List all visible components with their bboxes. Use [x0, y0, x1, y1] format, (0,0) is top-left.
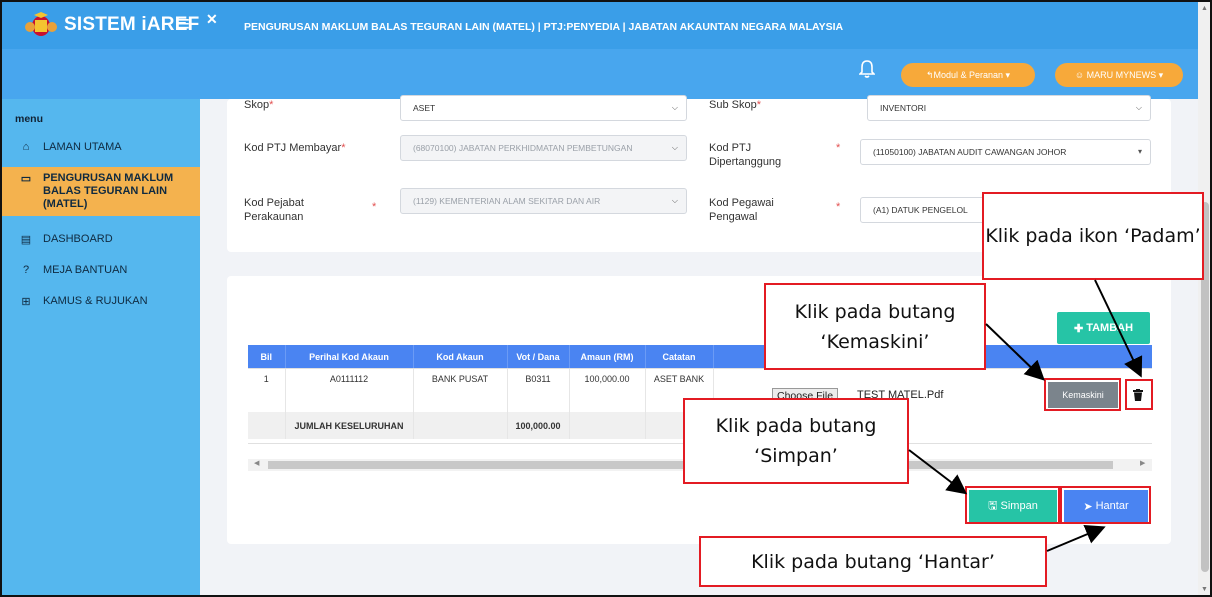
chevron-down-icon: ⌵ [1135, 103, 1142, 112]
modul-peranan-button[interactable]: ↰Modul & Peranan ▾ [901, 63, 1035, 87]
dashboard-icon: ▤ [20, 234, 32, 246]
kod-ptj-membayar-select[interactable]: (68070100) JABATAN PERKHIDMATAN PEMBETUN… [400, 135, 687, 161]
top-header: SISTEM iAREF ≡ ✕ PENGURUSAN MAKLUM BALAS… [2, 2, 1198, 49]
account-table: Bil Perihal Kod Akaun Kod Akaun Vot / Da… [248, 345, 714, 439]
chevron-down-icon: ⌵ [671, 103, 678, 112]
kod-ptj-dipertanggung-label: Kod PTJ Dipertanggung [709, 142, 782, 168]
highlight-kemaskini [1044, 378, 1121, 411]
required-mark: * [372, 201, 377, 213]
scroll-down-icon[interactable]: ▼ [1201, 586, 1208, 593]
kod-pejabat-perakaunan-label: Kod Pejabat Perakaunan [244, 197, 304, 223]
skop-label: Skop* [244, 99, 274, 111]
page-title: PENGURUSAN MAKLUM BALAS TEGURAN LAIN (MA… [244, 21, 844, 33]
col-vot: Vot / Dana [507, 345, 570, 368]
col-kod-akaun: Kod Akaun [413, 345, 508, 368]
page-scrollbar[interactable]: ▲ ▼ [1198, 2, 1210, 595]
callout-simpan: Klik pada butang ‘Simpan’ [683, 398, 909, 484]
home-icon: ⌂ [22, 141, 30, 153]
sidebar-item-laman-utama[interactable]: ⌂ LAMAN UTAMA [2, 141, 200, 154]
col-perihal: Perihal Kod Akaun [285, 345, 414, 368]
sidebar-item-dashboard[interactable]: ▤ DASHBOARD [2, 233, 200, 246]
sidebar: menu ⌂ LAMAN UTAMA ▭ PENGURUSAN MAKLUM B… [2, 99, 200, 595]
required-mark: * [836, 142, 841, 154]
kod-ptj-membayar-label: Kod PTJ Membayar* [244, 142, 346, 154]
required-mark: * [836, 201, 841, 213]
sidebar-item-matel[interactable]: ▭ PENGURUSAN MAKLUM BALAS TEGURAN LAIN (… [2, 167, 200, 216]
table-row: 1 A0111112 BANK PUSAT B0311 100,000.00 A… [248, 368, 714, 412]
chevron-down-icon: ⌵ [671, 143, 678, 152]
sidebar-item-kamus-rujukan[interactable]: ⊞ KAMUS & RUJUKAN [2, 295, 200, 308]
coat-of-arms-icon [25, 12, 57, 36]
kod-pegawai-pengawal-label: Kod Pegawai Pengawal [709, 197, 774, 223]
sidebar-menu-label: menu [15, 113, 44, 125]
scroll-left-icon: ◀ [254, 460, 260, 467]
tambah-button[interactable]: ✚ TAMBAH [1057, 312, 1150, 344]
highlight-hantar [1060, 486, 1151, 524]
question-icon: ? [22, 264, 30, 276]
callout-hantar: Klik pada butang ‘Hantar’ [699, 536, 1047, 587]
col-catatan: Catatan [645, 345, 714, 368]
sub-skop-label: Sub Skop* [709, 99, 761, 111]
col-amaun: Amaun (RM) [569, 345, 646, 368]
monitor-icon: ▭ [20, 173, 32, 185]
callout-kemaskini: Klik pada butang ‘Kemaskini’ [764, 283, 986, 370]
screenshot-frame: SISTEM iAREF ≡ ✕ PENGURUSAN MAKLUM BALAS… [0, 0, 1212, 597]
plus-icon: ✚ [1073, 322, 1084, 335]
kod-pejabat-perakaunan-select[interactable]: (1129) KEMENTERIAN ALAM SEKITAR DAN AIR ⌵ [400, 188, 687, 214]
sidebar-item-meja-bantuan[interactable]: ? MEJA BANTUAN [2, 264, 200, 277]
skop-select[interactable]: ASET ⌵ [400, 95, 687, 121]
chevron-down-icon: ⌵ [671, 196, 678, 205]
col-bil: Bil [248, 345, 286, 368]
book-icon: ⊞ [21, 296, 31, 308]
user-menu-button[interactable]: ☺ MARU MYNEWS ▾ [1055, 63, 1183, 87]
chevron-down-icon: ▾ [1137, 147, 1142, 156]
scroll-right-icon: ▶ [1140, 460, 1146, 467]
callout-padam: Klik pada ikon ‘Padam’ [982, 192, 1204, 280]
collapse-icon[interactable]: ✕ [206, 11, 218, 28]
highlight-simpan [965, 486, 1060, 524]
kod-ptj-dipertanggung-select[interactable]: (11050100) JABATAN AUDIT CAWANGAN JOHOR ▾ [860, 139, 1151, 165]
table-header-row: Bil Perihal Kod Akaun Kod Akaun Vot / Da… [248, 345, 714, 368]
highlight-padam [1125, 379, 1153, 410]
bell-icon[interactable] [859, 59, 875, 79]
sub-skop-select[interactable]: INVENTORI ⌵ [867, 95, 1151, 121]
table-total-row: JUMLAH KESELURUHAN 100,000.00 [248, 412, 714, 439]
scroll-up-icon[interactable]: ▲ [1201, 5, 1208, 12]
menu-toggle-icon[interactable]: ≡ [177, 11, 190, 37]
